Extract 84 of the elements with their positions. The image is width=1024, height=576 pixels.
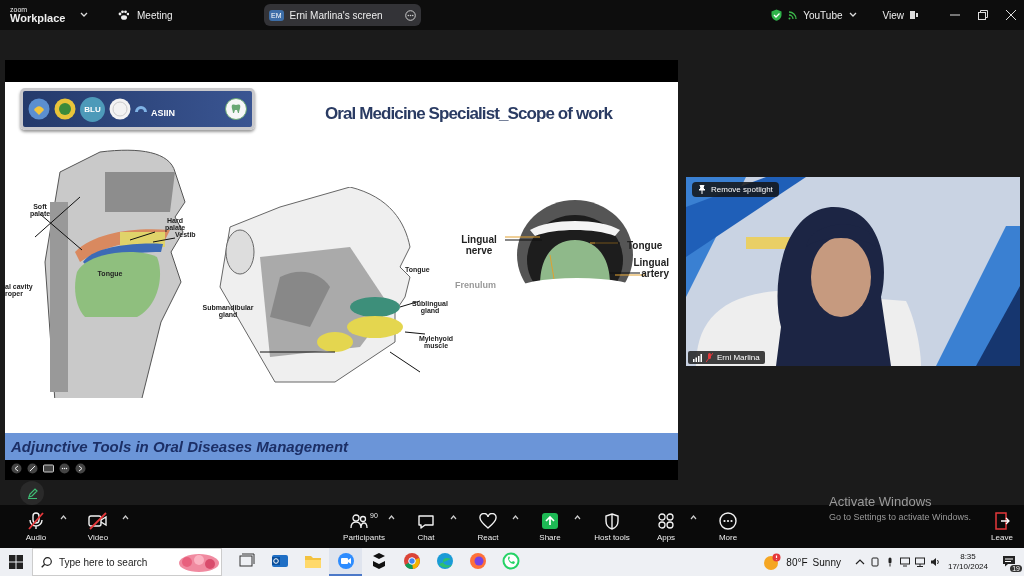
view-button[interactable]: View bbox=[882, 9, 904, 21]
figure-label: Lingual nerve bbox=[460, 235, 498, 256]
search-icon bbox=[41, 556, 52, 568]
caret-up-icon[interactable] bbox=[690, 515, 697, 520]
caret-up-icon[interactable] bbox=[122, 515, 129, 520]
slide-footer: Adjunctive Tools in Oral Diseases Management bbox=[5, 433, 678, 460]
search-field[interactable]: Type here to search bbox=[32, 548, 222, 576]
weather-temperature: 80°F bbox=[786, 556, 808, 568]
previous-icon[interactable] bbox=[11, 463, 22, 474]
logo-text: Workplace bbox=[10, 13, 67, 24]
weather-sun-icon bbox=[763, 553, 782, 571]
video-camera-app-icon bbox=[336, 552, 355, 570]
more-button[interactable]: More bbox=[704, 512, 752, 542]
caret-up-icon[interactable] bbox=[388, 515, 395, 520]
windows-start-icon[interactable] bbox=[9, 555, 23, 569]
annotate-button[interactable] bbox=[20, 481, 44, 505]
clock-date: 17/10/2024 bbox=[947, 562, 988, 572]
activation-hint: Go to Settings to activate Windows. bbox=[829, 512, 972, 522]
figure-label: Lingual artery bbox=[632, 258, 669, 279]
logo-text: BLU bbox=[80, 96, 105, 122]
tooth-seal-icon bbox=[225, 98, 247, 120]
more-icon[interactable] bbox=[59, 463, 70, 474]
clock-time: 8:35 bbox=[960, 552, 976, 562]
view-layout-icon[interactable] bbox=[910, 11, 918, 19]
share-screen-icon[interactable] bbox=[541, 513, 559, 529]
caret-up-icon[interactable] bbox=[512, 515, 519, 520]
host-button[interactable]: Host tools bbox=[588, 512, 636, 542]
caret-up-icon[interactable] bbox=[450, 515, 457, 520]
paw-icon bbox=[118, 10, 129, 20]
caret-up-icon[interactable] bbox=[574, 515, 581, 520]
youtube-label[interactable]: YouTube bbox=[803, 9, 843, 21]
chevron-down-icon[interactable] bbox=[848, 12, 857, 18]
pen-icon[interactable] bbox=[27, 463, 38, 474]
seal-icon bbox=[54, 98, 76, 120]
chevron-up-icon[interactable] bbox=[854, 557, 865, 567]
seal-icon bbox=[28, 98, 50, 120]
speaker-icon[interactable] bbox=[929, 557, 940, 567]
device-icon[interactable] bbox=[869, 557, 880, 567]
captions-icon[interactable] bbox=[43, 463, 54, 474]
activation-title: Activate Windows bbox=[829, 494, 933, 509]
clock[interactable]: 8:35 17/10/2024 bbox=[947, 552, 988, 572]
video-button[interactable]: Video bbox=[74, 512, 122, 542]
participants-icon[interactable] bbox=[350, 513, 369, 529]
chat-icon[interactable] bbox=[417, 512, 435, 530]
chevron-down-icon[interactable] bbox=[80, 12, 88, 18]
chat-button[interactable]: Chat bbox=[402, 512, 450, 542]
seal-icon bbox=[109, 98, 131, 120]
meeting-label: Meeting bbox=[137, 9, 173, 21]
signal-bars-icon bbox=[693, 353, 702, 362]
caret-up-icon[interactable] bbox=[60, 515, 67, 520]
heart-icon[interactable] bbox=[479, 513, 497, 529]
shield-check-icon bbox=[771, 9, 783, 21]
remove-spotlight-button[interactable]: Remove spotlight bbox=[692, 182, 779, 197]
chat-app-icon bbox=[501, 552, 520, 570]
browser-icon bbox=[402, 552, 421, 570]
task-view-icon bbox=[237, 552, 256, 570]
slide-title: Oral Medicine Specialist_Scope of work bbox=[325, 104, 612, 125]
signal-icon bbox=[788, 10, 798, 20]
restore-icon[interactable] bbox=[978, 10, 988, 20]
react-button[interactable]: React bbox=[464, 512, 512, 542]
close-icon[interactable] bbox=[1006, 10, 1016, 20]
shield-icon[interactable] bbox=[604, 512, 620, 530]
leave-button[interactable]: Leave bbox=[986, 512, 1018, 542]
apps-button[interactable]: Apps bbox=[642, 512, 690, 542]
exit-door-icon[interactable] bbox=[994, 512, 1010, 530]
browser-icon bbox=[435, 552, 454, 570]
muted-camera-icon[interactable] bbox=[88, 512, 108, 530]
mail-app-icon bbox=[270, 552, 289, 570]
figure-label: Frenulum bbox=[455, 281, 497, 291]
pin-icon bbox=[698, 185, 706, 194]
notification-icon[interactable] bbox=[1002, 555, 1016, 567]
next-icon[interactable] bbox=[75, 463, 86, 474]
weather-condition: Sunny bbox=[812, 556, 841, 568]
muted-mic-icon[interactable] bbox=[27, 512, 45, 530]
pill-label: Erni Marlina's screen bbox=[289, 9, 384, 21]
browser-icon bbox=[468, 552, 487, 570]
logo-text: ASIIN bbox=[151, 107, 175, 118]
monitor-icon[interactable] bbox=[899, 557, 910, 567]
share-button[interactable]: Share bbox=[526, 512, 574, 542]
arc-icon bbox=[135, 106, 147, 112]
participant-name: Erni Marlina bbox=[717, 353, 760, 362]
audio-button[interactable]: Audio bbox=[12, 512, 60, 542]
pencil-icon bbox=[26, 487, 38, 499]
apps-icon[interactable] bbox=[657, 512, 675, 530]
